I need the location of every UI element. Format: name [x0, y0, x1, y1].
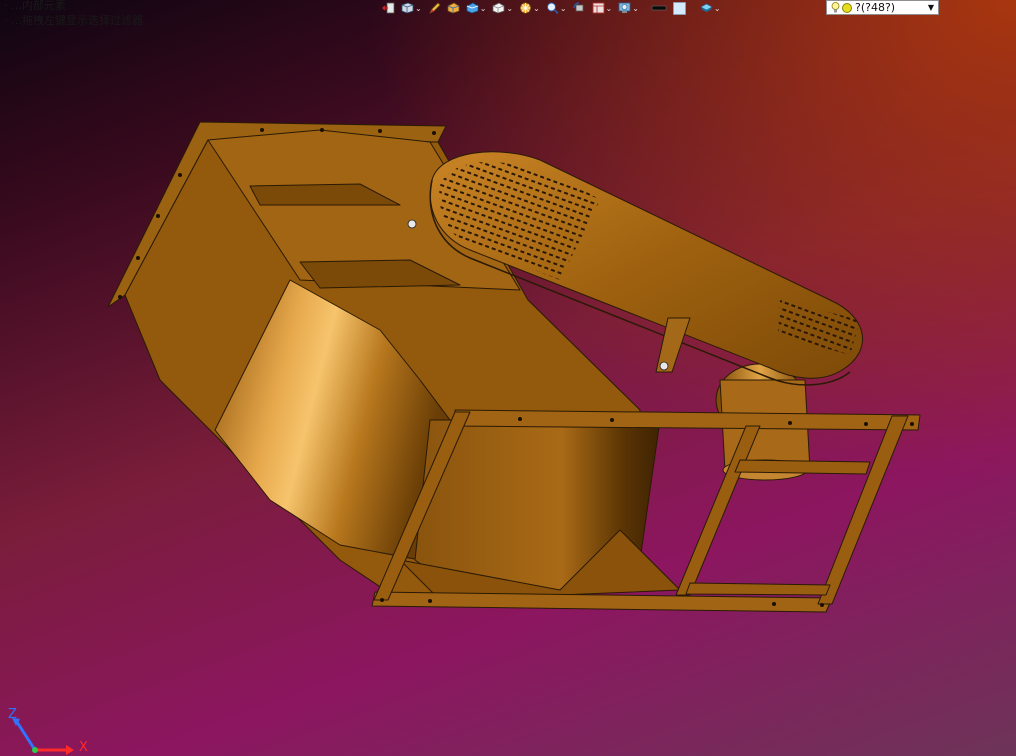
fan-assembly: [107, 121, 921, 613]
z-axis-label: Z: [8, 707, 17, 722]
reference-triad: Z X: [0, 700, 100, 756]
x-axis-label: X: [79, 740, 88, 755]
model-viewport[interactable]: [0, 0, 1016, 756]
